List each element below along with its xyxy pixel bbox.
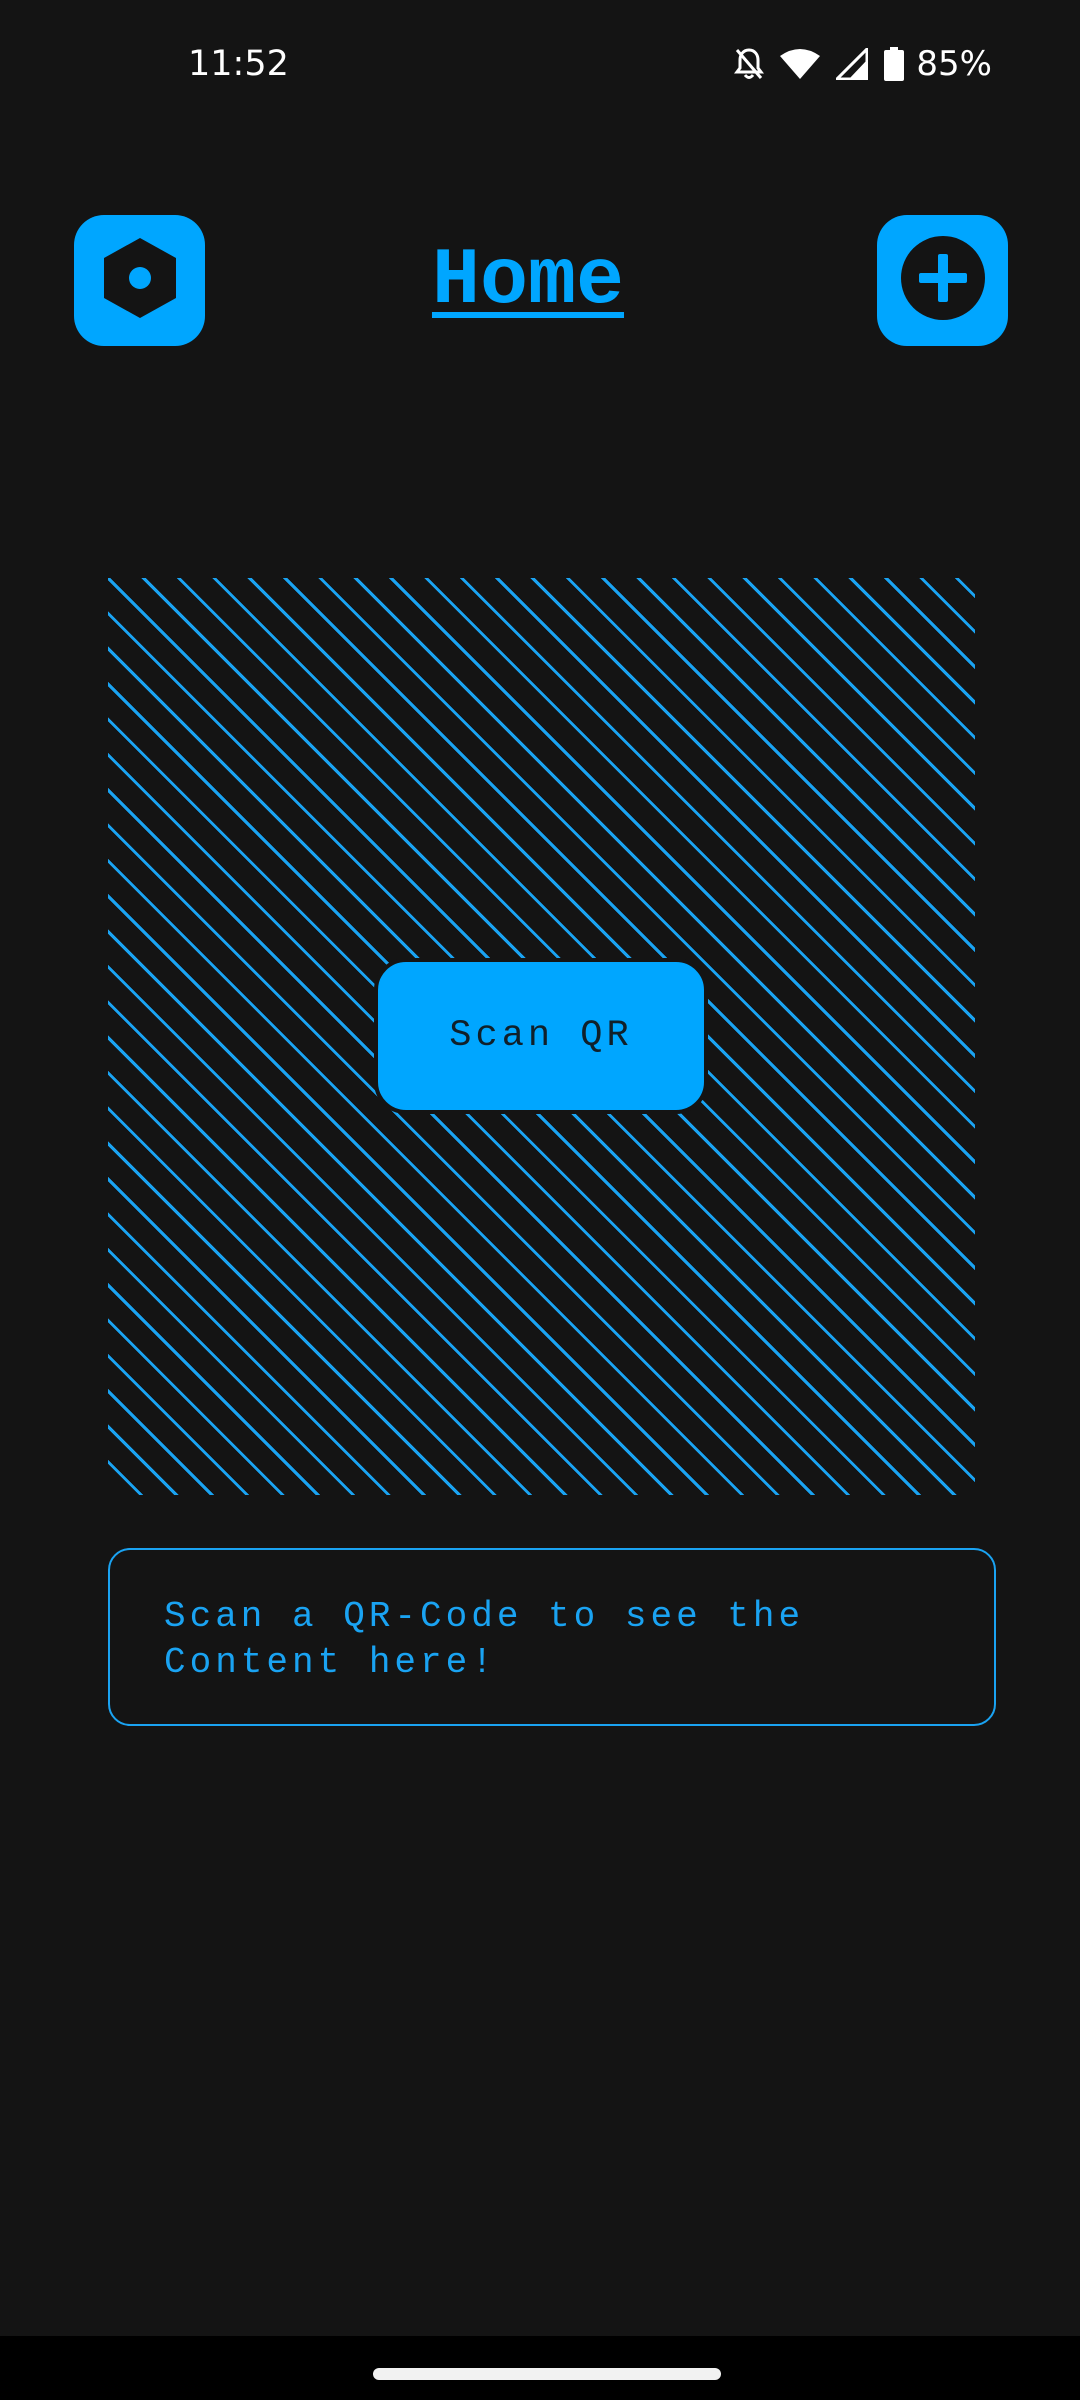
wifi-icon bbox=[780, 48, 821, 80]
scan-qr-button[interactable]: Scan QR bbox=[374, 958, 708, 1114]
status-time: 11:52 bbox=[188, 44, 289, 84]
plus-circle-icon bbox=[900, 235, 986, 326]
status-bar: 11:52 85% bbox=[0, 0, 1080, 135]
scan-result-box: Scan a QR-Code to see the Content here! bbox=[108, 1548, 996, 1726]
battery-icon bbox=[884, 47, 905, 81]
notifications-off-icon bbox=[734, 47, 765, 81]
home-indicator[interactable] bbox=[373, 2368, 721, 2380]
signal-icon bbox=[836, 48, 869, 80]
status-icons: 85% bbox=[734, 44, 992, 84]
scan-result-text: Scan a QR-Code to see the Content here! bbox=[164, 1596, 805, 1683]
add-button[interactable] bbox=[877, 215, 1008, 346]
battery-percent: 85% bbox=[916, 44, 992, 84]
